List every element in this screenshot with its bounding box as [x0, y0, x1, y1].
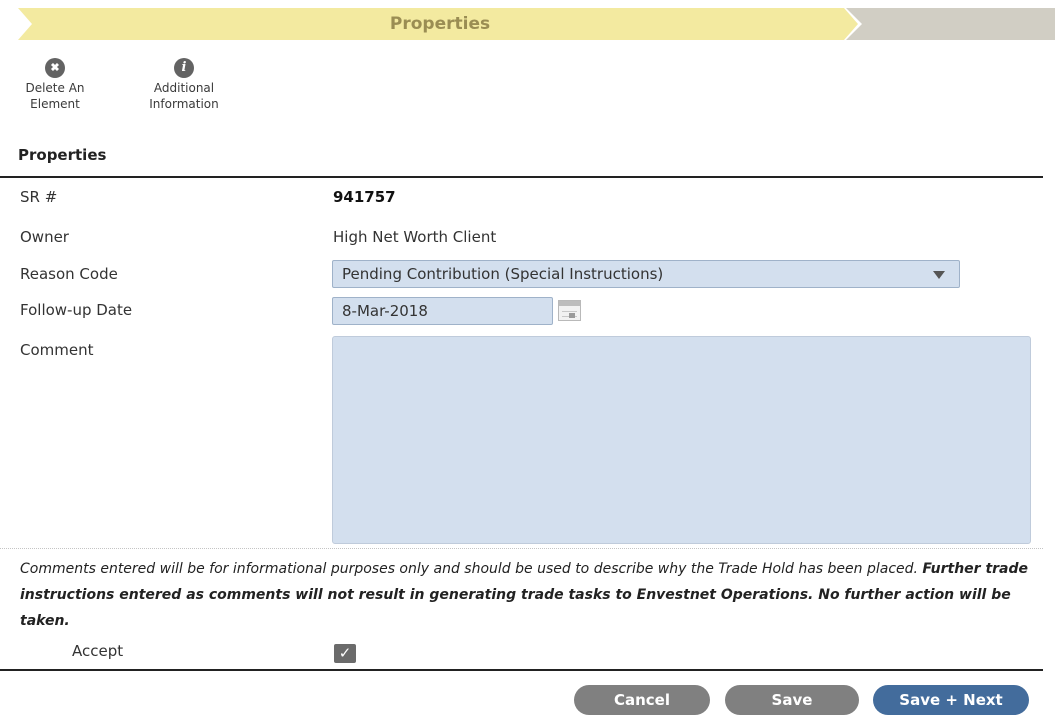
step-properties-label: Properties: [389, 14, 491, 34]
step-bar: Properties: [0, 8, 1055, 40]
save-button[interactable]: Save: [725, 685, 859, 715]
reason-code-select[interactable]: Pending Contribution (Special Instructio…: [332, 260, 960, 288]
cancel-button[interactable]: Cancel: [574, 685, 710, 715]
accept-label: Accept: [72, 642, 124, 660]
follow-up-date-input[interactable]: [332, 297, 553, 325]
save-next-button[interactable]: Save + Next: [873, 685, 1029, 715]
section-divider: [0, 176, 1043, 178]
comment-label: Comment: [20, 341, 94, 359]
delete-element-label-line2: Element: [30, 97, 80, 111]
comment-textarea[interactable]: [332, 336, 1031, 544]
dropdown-arrow-icon[interactable]: [933, 271, 945, 279]
checkmark-icon: ✓: [338, 644, 352, 662]
additional-information-label-line1: Additional: [153, 81, 215, 95]
delete-element-button[interactable]: ✖ Delete An Element: [18, 58, 92, 112]
sr-label: SR #: [20, 188, 58, 206]
reason-code-label: Reason Code: [20, 265, 118, 283]
calendar-icon[interactable]: [558, 300, 581, 321]
delete-element-label-line1: Delete An: [25, 81, 85, 95]
owner-value: High Net Worth Client: [333, 228, 497, 246]
additional-information-button[interactable]: i Additional Information: [136, 58, 232, 112]
follow-up-date-label: Follow-up Date: [20, 301, 133, 319]
sr-value: 941757: [333, 188, 396, 206]
dotted-divider: [0, 548, 1043, 549]
reason-code-value: Pending Contribution (Special Instructio…: [342, 265, 664, 283]
close-circle-icon: ✖: [45, 58, 65, 78]
owner-label: Owner: [20, 228, 69, 246]
step-next[interactable]: [846, 8, 1055, 40]
notice-normal: Comments entered will be for information…: [20, 561, 923, 577]
accept-checkbox[interactable]: ✓: [334, 644, 356, 663]
additional-information-label-line2: Information: [149, 97, 219, 111]
info-circle-icon: i: [174, 58, 194, 78]
footer-divider: [0, 669, 1043, 671]
notice-text: Comments entered will be for information…: [20, 556, 1040, 634]
section-title: Properties: [18, 146, 107, 164]
